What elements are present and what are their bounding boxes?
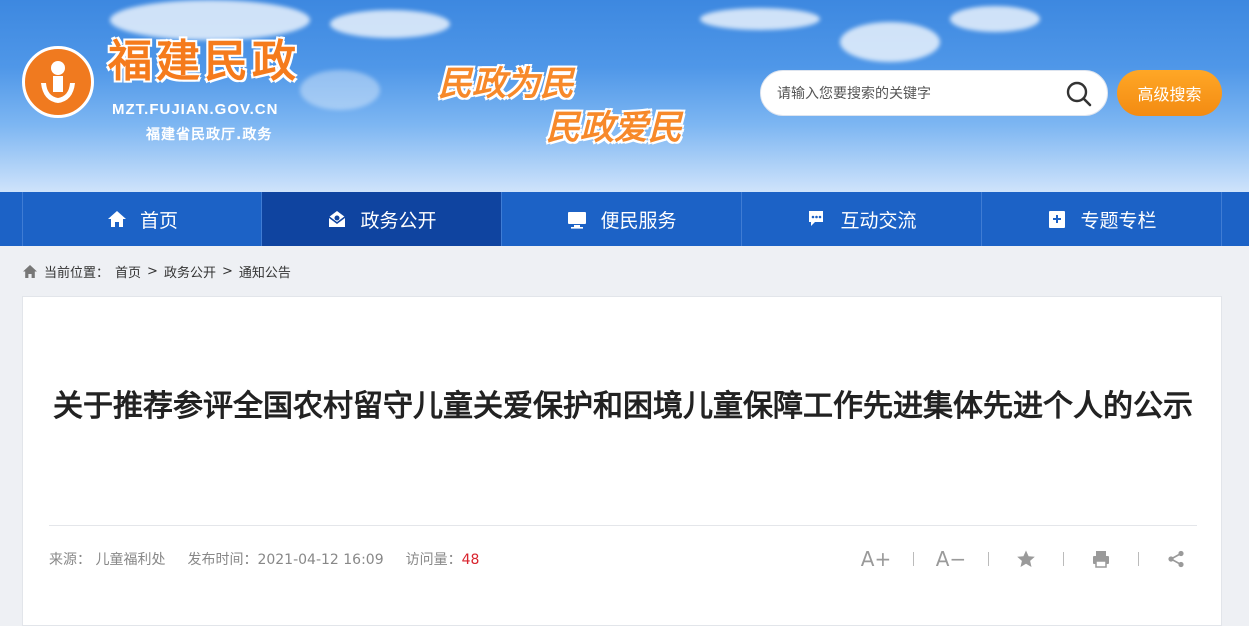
article-tools: A+ A−	[861, 543, 1191, 575]
share-button[interactable]	[1161, 543, 1191, 575]
nav-item-label: 政务公开	[360, 209, 437, 232]
home-icon	[107, 211, 126, 227]
font-increase-button[interactable]: A+	[861, 543, 891, 575]
breadcrumb: 当前位置： 首页 > 政务公开 > 通知公告	[22, 262, 291, 281]
site-url: MZT.FUJIAN.GOV.CN	[112, 101, 279, 118]
header-banner: 福建民政 MZT.FUJIAN.GOV.CN 福建省民政厅.政务 民政为民 民政…	[0, 0, 1249, 192]
date-label: 发布时间：	[187, 552, 258, 568]
article-views: 访问量：48	[406, 549, 480, 569]
chat-icon	[809, 211, 824, 226]
share-icon	[1168, 550, 1184, 568]
source-label: 来源：	[49, 552, 91, 568]
breadcrumb-prefix: 当前位置：	[44, 266, 110, 281]
article-meta: 来源： 儿童福利处 发布时间：2021-04-12 16:09 访问量：48	[49, 549, 479, 569]
nav-item-services[interactable]: 便民服务	[502, 192, 742, 246]
cloud-decoration	[330, 10, 450, 38]
logo-emblem-icon	[41, 61, 75, 103]
home-icon	[23, 265, 37, 278]
nav-item-home[interactable]: 首页	[22, 192, 262, 246]
breadcrumb-notices[interactable]: 通知公告	[239, 262, 291, 281]
favorite-button[interactable]	[1011, 543, 1041, 575]
envelope-icon	[329, 211, 346, 227]
breadcrumb-separator: >	[221, 264, 233, 279]
font-decrease-button[interactable]: A−	[936, 543, 966, 575]
cloud-decoration	[700, 8, 820, 30]
print-button[interactable]	[1086, 543, 1116, 575]
tool-divider	[1138, 552, 1139, 566]
site-title: 福建民政	[108, 36, 300, 87]
article-source: 来源： 儿童福利处	[49, 549, 165, 569]
cloud-decoration	[840, 22, 940, 62]
nav-item-gov-affairs[interactable]: 政务公开	[262, 192, 502, 246]
site-logo[interactable]	[22, 46, 94, 118]
source-value: 儿童福利处	[95, 552, 166, 568]
article-panel: 关于推荐参评全国农村留守儿童关爱保护和困境儿童保障工作先进集体先进个人的公示 来…	[22, 296, 1222, 626]
search-box	[760, 70, 1108, 117]
nav-item-topics[interactable]: 专题专栏	[982, 192, 1222, 246]
nav-item-label: 互动交流	[840, 209, 917, 232]
nav-item-interaction[interactable]: 互动交流	[742, 192, 982, 246]
views-label: 访问量：	[405, 552, 462, 568]
divider	[49, 525, 1197, 526]
breadcrumb-gov-affairs[interactable]: 政务公开	[164, 262, 216, 281]
advanced-search-button[interactable]: 高级搜索	[1117, 70, 1222, 116]
site-subtitle: 福建省民政厅.政务	[146, 127, 273, 143]
tool-divider	[988, 552, 989, 566]
slogan-1: 民政为民	[438, 64, 574, 104]
main-nav: 首页 政务公开 便民服务 互动交流 专题专栏	[0, 192, 1249, 246]
nav-item-label: 首页	[139, 209, 178, 232]
date-value: 2021-04-12 16:09	[257, 552, 384, 568]
tool-divider	[1063, 552, 1064, 566]
search-input[interactable]	[775, 71, 1069, 117]
views-count: 48	[461, 552, 480, 568]
printer-icon	[1093, 551, 1109, 568]
slogan-2: 民政爱民	[546, 108, 682, 148]
nav-item-label: 便民服务	[600, 209, 677, 232]
search-icon[interactable]	[1065, 80, 1093, 108]
nav-item-label: 专题专栏	[1080, 209, 1157, 232]
tool-divider	[913, 552, 914, 566]
cloud-decoration	[110, 0, 310, 40]
cloud-decoration	[300, 70, 380, 110]
bookmark-icon	[1049, 211, 1066, 228]
cloud-decoration	[950, 6, 1040, 32]
star-icon	[1017, 550, 1035, 567]
breadcrumb-separator: >	[147, 264, 158, 279]
monitor-icon	[568, 212, 587, 229]
breadcrumb-home[interactable]: 首页	[115, 262, 141, 281]
article-title: 关于推荐参评全国农村留守儿童关爱保护和困境儿童保障工作先进集体先进个人的公示	[53, 389, 1193, 424]
article-date: 发布时间：2021-04-12 16:09	[187, 549, 383, 569]
